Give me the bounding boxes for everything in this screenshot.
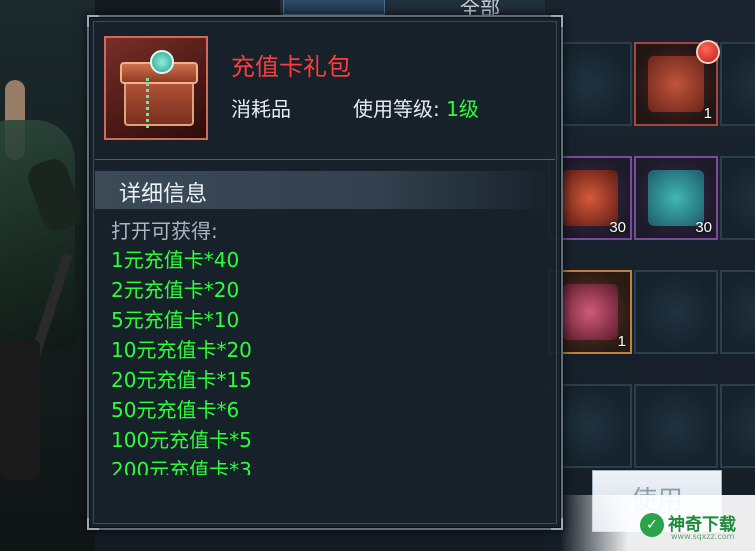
inventory-slot[interactable]: 30	[634, 156, 718, 240]
reward-item: 10元充值卡*20	[111, 338, 252, 362]
slot-count: 1	[703, 105, 712, 122]
tab-selected-indicator	[283, 0, 385, 15]
alert-dot-icon	[696, 40, 720, 64]
reward-item: 2元充值卡*20	[111, 278, 240, 302]
inventory-slot[interactable]	[634, 384, 718, 468]
reward-list: 1元充值卡*40 2元充值卡*20 5元充值卡*10 10元充值卡*20 20元…	[111, 245, 551, 475]
corner-decoration	[87, 15, 99, 27]
item-level-label: 使用等级:	[353, 97, 440, 121]
item-details: 打开可获得: 1元充值卡*40 2元充值卡*20 5元充值卡*10 10元充值卡…	[111, 217, 551, 475]
talisman-icon	[562, 170, 618, 226]
item-type: 消耗品	[231, 97, 291, 121]
bead-string	[146, 78, 159, 128]
reward-item: 100元充值卡*5	[111, 428, 252, 452]
card-pack-icon	[562, 284, 618, 340]
reward-item: 200元充值卡*3	[111, 458, 252, 475]
details-intro: 打开可获得:	[111, 219, 218, 243]
reward-item: 20元充值卡*15	[111, 368, 252, 392]
character-body	[0, 120, 75, 350]
inventory-slot[interactable]	[634, 270, 718, 354]
item-level: 使用等级: 1级	[353, 93, 479, 122]
reward-item: 1元充值卡*40	[111, 248, 240, 272]
section-title: 详细信息	[119, 182, 208, 207]
section-header: 详细信息	[95, 171, 555, 209]
gift-box-icon	[104, 36, 208, 140]
divider	[95, 159, 555, 160]
slot-count: 30	[609, 219, 626, 236]
reward-item: 50元充值卡*6	[111, 398, 240, 422]
item-tooltip: 充值卡礼包 消耗品 使用等级: 1级 详细信息 打开可获得: 1元充值卡*40 …	[87, 15, 563, 530]
corner-decoration	[551, 518, 563, 530]
inventory-slot[interactable]: 1	[634, 40, 720, 126]
site-logo-icon: ✓	[640, 513, 664, 537]
slot-count: 1	[617, 333, 626, 350]
inventory-slot[interactable]	[720, 42, 755, 126]
reward-item: 5元充值卡*10	[111, 308, 240, 332]
inventory-slot[interactable]	[720, 384, 755, 468]
character-leg	[0, 340, 40, 480]
gift-box-icon	[648, 56, 704, 112]
watermark-site-url: www.sqxzz.com	[671, 532, 735, 541]
inventory-slot[interactable]	[720, 270, 755, 354]
item-name: 充值卡礼包	[231, 53, 351, 81]
inventory-slot[interactable]	[720, 156, 755, 240]
corner-decoration	[87, 518, 99, 530]
slot-count: 30	[695, 219, 712, 236]
item-level-value: 1级	[446, 97, 479, 121]
corner-decoration	[551, 15, 563, 27]
gift-bow	[150, 50, 174, 74]
character-preview-panel	[0, 0, 95, 551]
jade-token-icon	[648, 170, 704, 226]
